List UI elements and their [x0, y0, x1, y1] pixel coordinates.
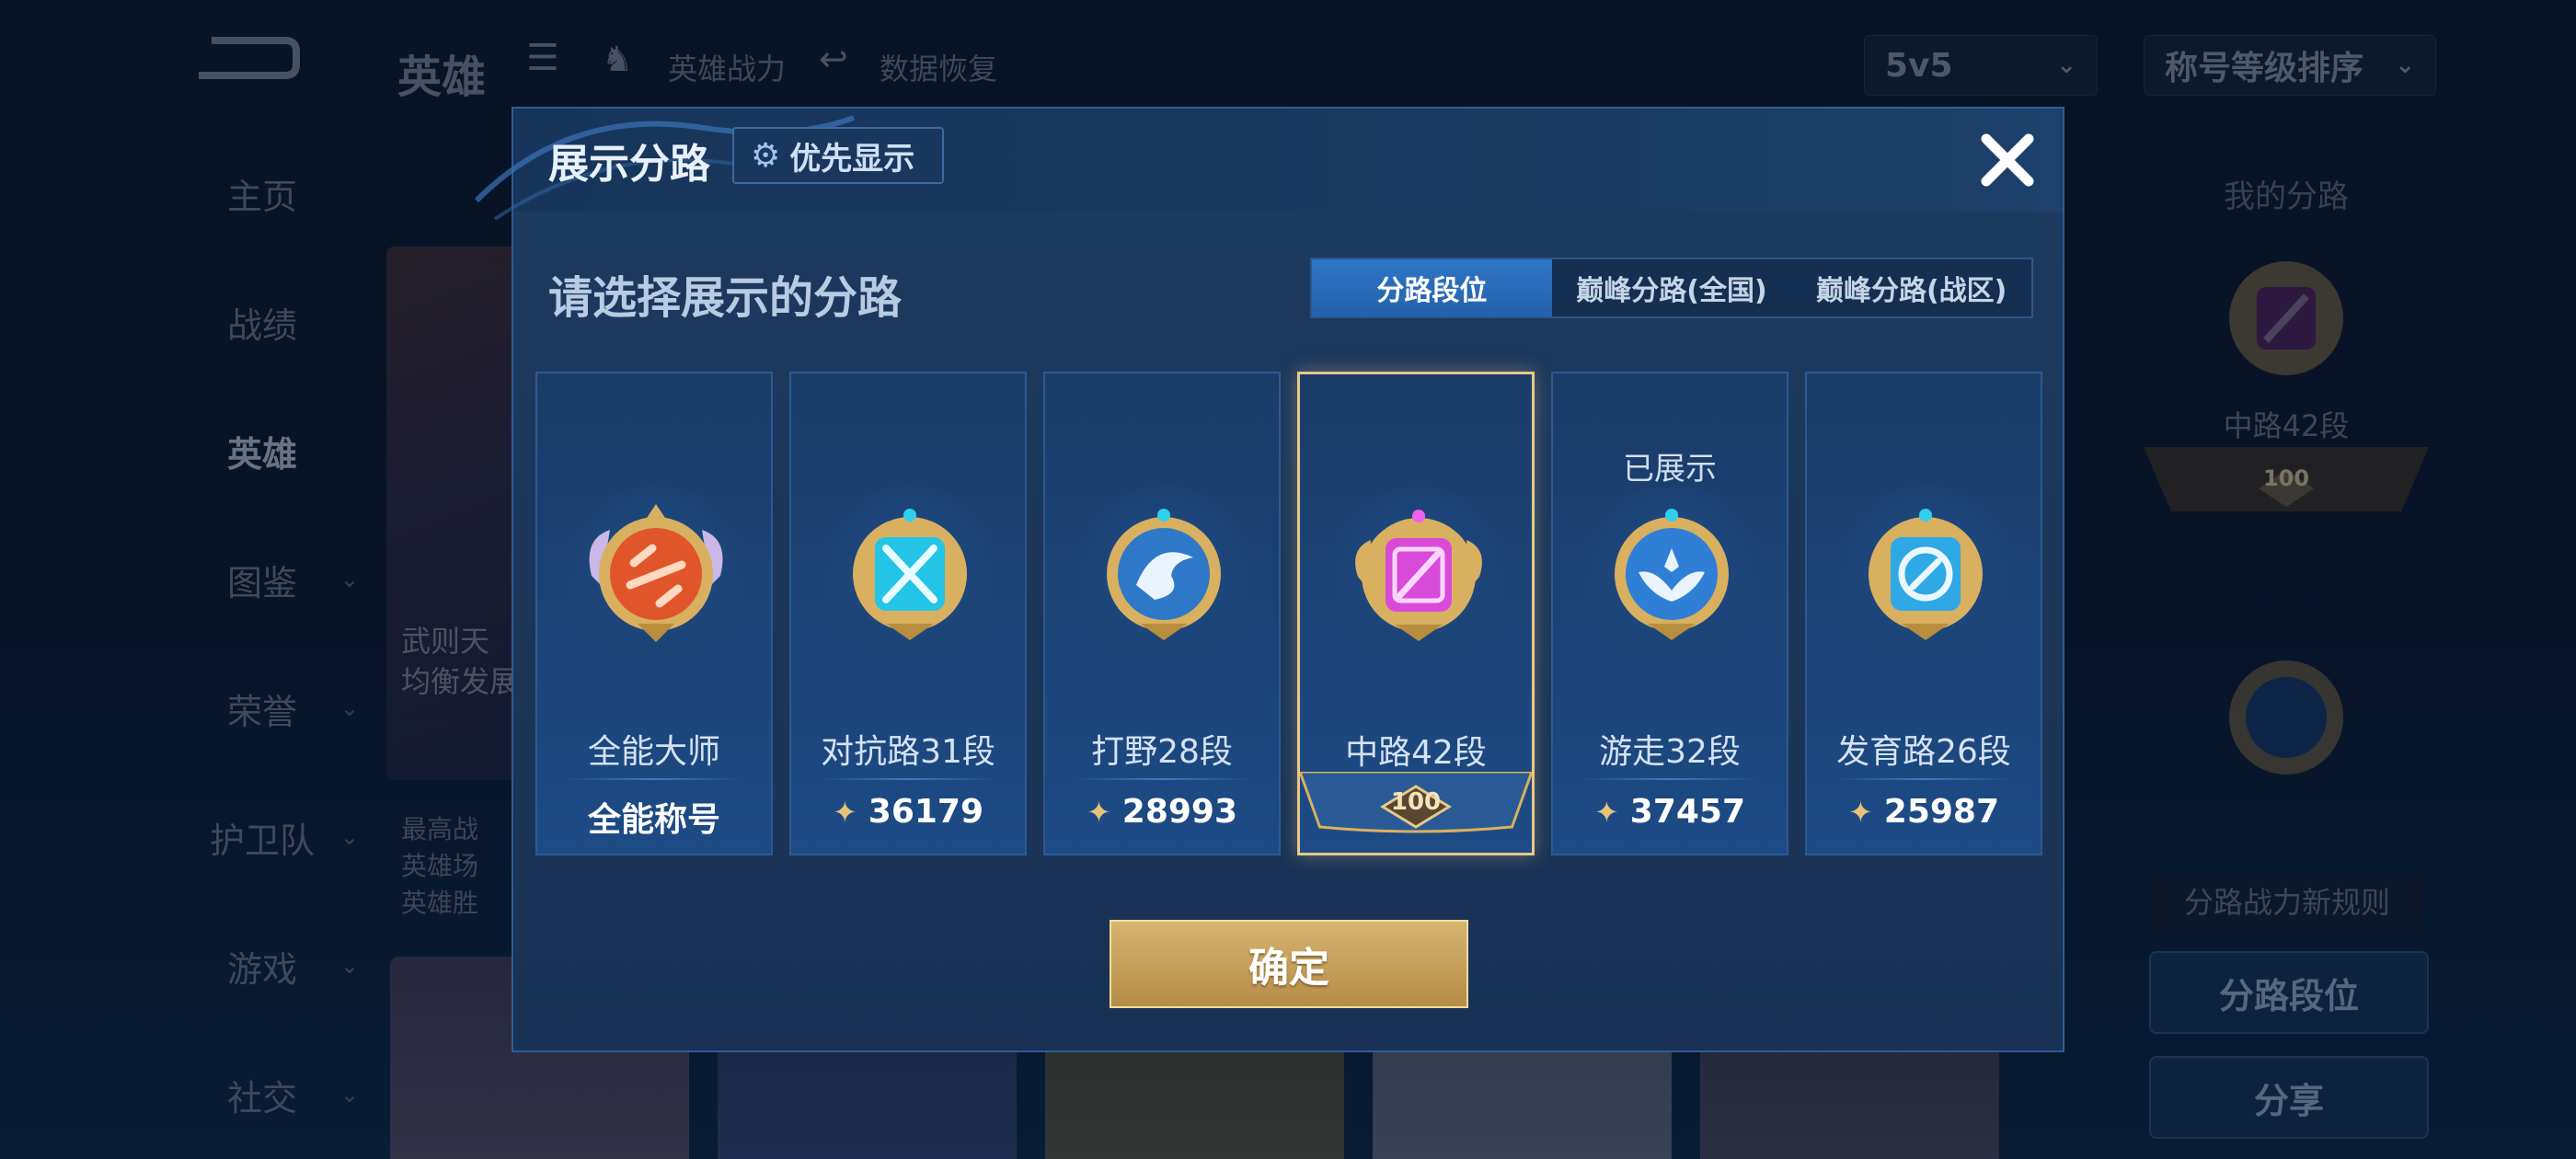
roam-badge-icon	[1615, 509, 1729, 640]
lane-card-farm[interactable]: 发育路26段 ✦ 25987	[1805, 372, 2042, 855]
gear-icon: ⚙	[751, 136, 781, 175]
already-shown-label: 已展示	[1623, 451, 1717, 488]
divider	[1581, 778, 1759, 780]
lane-card-roam[interactable]: 已展示 游走32段 ✦ 37457	[1551, 372, 1788, 855]
lane-card-mid[interactable]: 中路42段 100	[1297, 372, 1535, 855]
priority-display-label: 优先显示	[789, 140, 915, 178]
power-value: 36179	[868, 793, 984, 831]
jungle-badge-icon	[1107, 509, 1221, 640]
power-value: 28993	[1121, 793, 1238, 831]
lane-card-power: ✦ 37457	[1553, 793, 1787, 831]
lane-card-label: 打野28段	[1091, 733, 1233, 771]
lane-card-power: ✦ 25987	[1807, 793, 2041, 831]
all-round-badge-icon	[589, 504, 723, 642]
divider	[1073, 778, 1251, 780]
lane-card-power: ✦ 36179	[791, 793, 1025, 831]
tab-peak-national[interactable]: 巅峰分路(全国)	[1552, 259, 1792, 316]
lane-card-all-round[interactable]: 全能大师 全能称号	[535, 372, 773, 855]
divider	[819, 778, 997, 780]
top-lane-badge-icon	[853, 509, 967, 640]
lane-card-top[interactable]: 对抗路31段 ✦ 36179	[789, 372, 1027, 855]
power-value: 37457	[1629, 793, 1746, 831]
rank-number: 100	[1390, 788, 1442, 816]
close-icon	[1981, 133, 2034, 187]
tab-lane-rank[interactable]: 分路段位	[1312, 259, 1552, 316]
tab-peak-region[interactable]: 巅峰分路(战区)	[1791, 259, 2031, 316]
lane-card-list: 全能大师 全能称号 对抗路31段 ✦ 36179 打野28段 ✦ 28993 中…	[535, 372, 2044, 859]
confirm-button[interactable]: 确定	[1110, 920, 1468, 1008]
power-star-icon: ✦	[1086, 794, 1111, 830]
lane-card-label: 游走32段	[1599, 733, 1741, 771]
divider	[565, 778, 743, 780]
lane-card-label: 对抗路31段	[821, 733, 995, 771]
lane-card-label: 中路42段	[1345, 734, 1487, 772]
lane-card-power: ✦ 28993	[1045, 793, 1279, 831]
select-lane-heading: 请选择展示的分路	[548, 272, 903, 324]
power-star-icon: ✦	[1847, 794, 1873, 830]
lane-display-modal: 展示分路 ⚙ 优先显示 请选择展示的分路 分路段位 巅峰分路(全国) 巅峰分路(…	[474, 107, 2064, 1052]
modal-title: 展示分路	[548, 141, 710, 188]
close-button[interactable]	[1971, 123, 2044, 197]
lane-card-value: 全能称号	[587, 801, 720, 839]
power-value: 25987	[1883, 793, 2000, 831]
mid-lane-badge-icon	[1355, 510, 1482, 641]
power-star-icon: ✦	[1593, 794, 1619, 830]
lane-tabs: 分路段位 巅峰分路(全国) 巅峰分路(战区)	[1310, 258, 2033, 318]
lane-card-jungle[interactable]: 打野28段 ✦ 28993	[1043, 372, 1281, 855]
farm-lane-badge-icon	[1869, 509, 1983, 640]
lane-card-label: 发育路26段	[1836, 733, 2011, 771]
divider	[1834, 778, 2013, 780]
priority-display-button[interactable]: ⚙ 优先显示	[732, 127, 944, 184]
lane-card-label: 全能大师	[587, 733, 720, 771]
power-star-icon: ✦	[832, 794, 857, 830]
